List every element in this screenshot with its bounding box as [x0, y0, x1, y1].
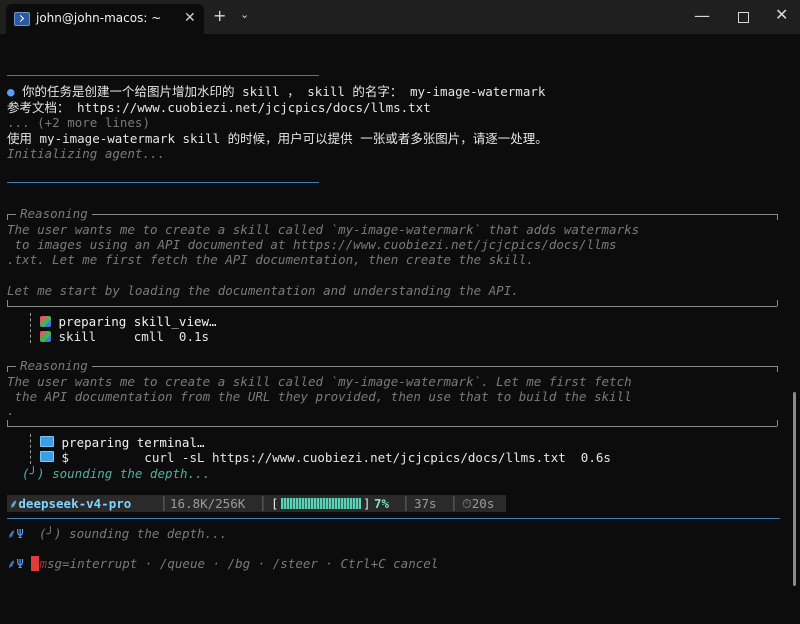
reasoning-1-line-5: Let me start by loading the documentatio…	[7, 283, 519, 298]
reasoning-box-top	[7, 366, 777, 367]
computer-icon	[40, 436, 54, 447]
prompt-line-4: 使用 my-image-watermark skill 的时候，用户可以提供 一…	[7, 131, 548, 146]
reasoning-1-line-1: The user wants me to create a skill call…	[7, 222, 640, 237]
dragon-icon: ⸙	[9, 496, 19, 511]
title-bar: john@john-macos: ~ ✕ + ⌄ — ✕	[0, 0, 800, 34]
init-status: Initializing agent...	[7, 146, 166, 161]
reasoning-label: Reasoning	[16, 358, 92, 374]
prompt-line-2: 参考文档： https://www.cuobiezi.net/jcjcpics/…	[7, 100, 431, 115]
token-count: 16.8K/256K	[170, 496, 246, 511]
prompt-top-rule	[7, 75, 319, 76]
stopwatch-icon: ⏱	[462, 496, 472, 511]
agent-glyph-icon: ⸙Ψ	[7, 556, 24, 571]
prompt-bottom-rule	[7, 182, 319, 183]
context-progress-bar	[281, 498, 361, 509]
close-tab-icon[interactable]: ✕	[184, 10, 196, 26]
tool-gutter	[30, 313, 31, 343]
terminal-window: john@john-macos: ~ ✕ + ⌄ — ✕ ● 你的任务是创建一个…	[0, 0, 800, 624]
timer: ⏱20s	[462, 496, 495, 511]
minimize-button[interactable]: —	[694, 6, 710, 25]
tool-2-line-2: $ curl -sL https://www.cuobiezi.net/jcjc…	[40, 450, 611, 466]
computer-icon	[40, 451, 54, 462]
tab-title: john@john-macos: ~	[36, 11, 162, 25]
reasoning-box-bottom	[7, 306, 777, 307]
reasoning-1-line-2: to images using an API documented at htt…	[7, 237, 617, 252]
reasoning-box-bottom	[7, 426, 777, 427]
reasoning-2-line-3: .	[7, 403, 15, 418]
tool-2-line-1: preparing terminal…	[40, 435, 205, 451]
tool-2-spinner: (╯) sounding the depth...	[22, 466, 211, 481]
reasoning-2-line-2: the API documentation from the URL they …	[7, 389, 632, 404]
reasoning-1-line-3: .txt. Let me first fetch the API documen…	[7, 252, 534, 267]
thinking-status: ⸙Ψ (╯) sounding the depth...	[7, 526, 228, 541]
close-window-button[interactable]: ✕	[775, 5, 788, 24]
model-name: ⸙deepseek-v4-pro	[9, 496, 132, 511]
cube-icon	[40, 331, 51, 342]
reasoning-2-line-1: The user wants me to create a skill call…	[7, 374, 632, 389]
scrollbar[interactable]	[793, 392, 796, 586]
tool-1-line-1: preparing skill_view…	[40, 314, 217, 330]
new-tab-button[interactable]: +	[213, 6, 226, 25]
powershell-icon	[14, 12, 30, 26]
context-percent: 7%	[374, 496, 390, 511]
tool-1-line-2: skill cmll 0.1s	[40, 329, 209, 345]
reasoning-label: Reasoning	[16, 206, 92, 222]
input-top-rule	[7, 518, 780, 519]
prompt-line-1: ● 你的任务是创建一个给图片增加水印的 skill ， skill 的名字： m…	[7, 84, 546, 99]
tab-dropdown-icon[interactable]: ⌄	[240, 8, 249, 21]
tab-terminal[interactable]: john@john-macos: ~ ✕	[6, 4, 204, 34]
prompt-more-lines: ... (+2 more lines)	[7, 115, 150, 130]
tool-gutter	[30, 434, 31, 464]
maximize-button[interactable]	[738, 12, 749, 23]
input-line[interactable]: ⸙Ψ msg=interrupt · /queue · /bg · /steer…	[7, 556, 438, 572]
cube-icon	[40, 316, 51, 327]
terminal-content[interactable]: ● 你的任务是创建一个给图片增加水印的 skill ， skill 的名字： m…	[0, 34, 792, 624]
agent-glyph-icon: ⸙Ψ	[7, 526, 24, 541]
keyboard-hints: sg=interrupt · /queue · /bg · /steer · C…	[46, 556, 439, 571]
bullet-icon: ●	[7, 84, 15, 99]
reasoning-box-top	[7, 214, 777, 215]
elapsed-time: 37s	[414, 496, 437, 511]
status-bar: ⸙deepseek-v4-pro │ 16.8K/256K │ [ ] 7% │…	[7, 495, 506, 512]
